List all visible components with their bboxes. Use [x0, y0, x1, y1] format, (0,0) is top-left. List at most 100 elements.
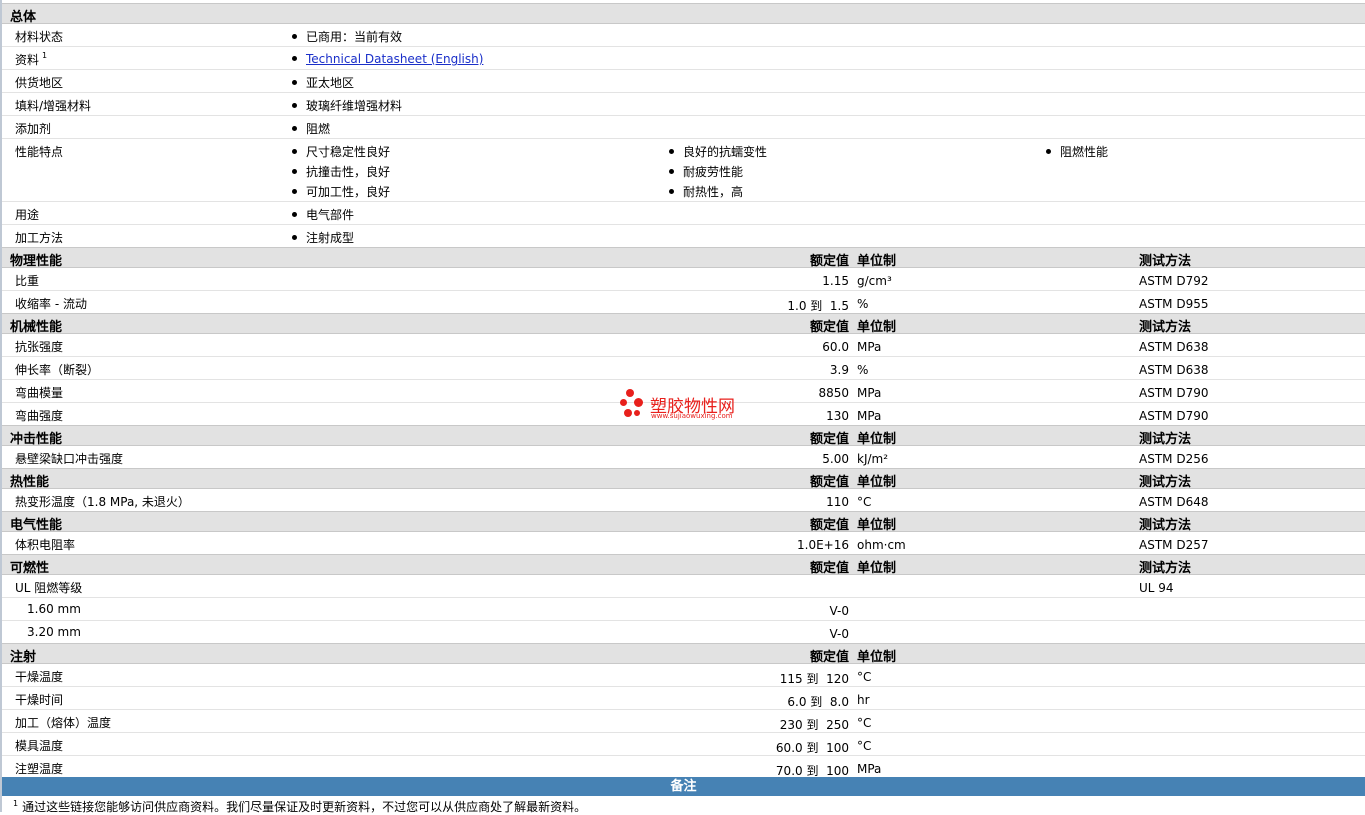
bullet-item: 玻璃纤维增强材料 [292, 97, 402, 114]
general-row-additive: 添加剂 阻燃 [2, 116, 1365, 139]
property-label: 模具温度 [15, 739, 64, 753]
property-method: ASTM D638 [1139, 363, 1209, 377]
bullet-item: 亚太地区 [292, 74, 354, 91]
col-header-method: 测试方法 [1139, 475, 1192, 490]
section-physical-header: 物理性能 额定值 单位制 测试方法 [2, 247, 1365, 269]
property-label: 注塑温度 [15, 762, 64, 776]
property-row: 干燥时间 6.0 到 8.0 hr [2, 687, 1365, 710]
col-header-unit: 单位制 [857, 475, 897, 490]
general-row-filler: 填料/增强材料 玻璃纤维增强材料 [2, 93, 1365, 116]
property-row: 热变形温度（1.8 MPa, 未退火） 110 °C ASTM D648 [2, 489, 1365, 512]
property-method: ASTM D257 [1139, 538, 1209, 552]
property-row: 收缩率 - 流动 1.0 到 1.5 % ASTM D955 [2, 291, 1365, 314]
property-unit: °C [857, 739, 872, 753]
col-header-unit: 单位制 [857, 432, 897, 447]
section-title: 注射 [10, 650, 37, 665]
col-header-value: 额定值 [809, 254, 849, 269]
property-unit: % [857, 297, 869, 311]
bullet-item: 已商用：当前有效 [292, 28, 402, 45]
general-row-features: 性能特点 尺寸稳定性良好 良好的抗蠕变性 阻燃性能 抗撞击性，良好 耐疲劳性能 … [2, 139, 1365, 202]
property-unit: °C [857, 495, 872, 509]
col-header-value: 额定值 [809, 518, 849, 533]
property-value: 130 [826, 409, 849, 423]
section-title: 电气性能 [10, 518, 63, 533]
bullet-item: 抗撞击性，良好 [292, 163, 390, 180]
property-method: ASTM D790 [1139, 386, 1209, 400]
watermark-logo: 塑胶物性网 www.sujiaowuxing.com [620, 389, 760, 425]
property-value: 60.0 到 100 [775, 741, 849, 755]
property-label: 1.60 mm [27, 602, 81, 616]
property-label: 热变形温度（1.8 MPa, 未退火） [15, 495, 190, 509]
property-label: 3.20 mm [27, 625, 81, 639]
property-label: 干燥时间 [15, 693, 64, 707]
general-row-processing: 加工方法 注射成型 [2, 225, 1365, 248]
property-label: 干燥温度 [15, 670, 64, 684]
property-unit: MPa [857, 762, 882, 776]
property-method: ASTM D638 [1139, 340, 1209, 354]
section-title: 可燃性 [10, 561, 50, 576]
property-method: ASTM D790 [1139, 409, 1209, 423]
section-flammability-header: 可燃性 额定值 单位制 测试方法 [2, 554, 1365, 576]
col-header-method: 测试方法 [1139, 518, 1192, 533]
property-row: 体积电阻率 1.0E+16 ohm·cm ASTM D257 [2, 532, 1365, 555]
property-row: 悬壁梁缺口冲击强度 5.00 kJ/m² ASTM D256 [2, 446, 1365, 469]
row-label: 填料/增强材料 [15, 99, 92, 113]
property-value: 1.15 [822, 274, 849, 288]
property-row: 干燥温度 115 到 120 °C [2, 664, 1365, 687]
property-value: 5.00 [822, 452, 849, 466]
col-header-method: 测试方法 [1139, 561, 1192, 576]
bullet-item: 耐热性，高 [669, 183, 743, 200]
col-header-method: 测试方法 [1139, 320, 1192, 335]
row-label: 材料状态 [15, 30, 64, 44]
row-label: 性能特点 [15, 145, 64, 159]
property-value: 60.0 [822, 340, 849, 354]
property-unit: MPa [857, 409, 882, 423]
row-label: 添加剂 [15, 122, 52, 136]
property-row: 加工（熔体）温度 230 到 250 °C [2, 710, 1365, 733]
property-value: 110 [826, 495, 849, 509]
property-value: 1.0E+16 [797, 538, 849, 552]
property-row: 模具温度 60.0 到 100 °C [2, 733, 1365, 756]
property-value: 3.9 [829, 363, 849, 377]
col-header-unit: 单位制 [857, 518, 897, 533]
bullet-item: 阻燃 [292, 120, 330, 137]
property-label: 悬壁梁缺口冲击强度 [15, 452, 124, 466]
bullet-item: 阻燃性能 [1046, 143, 1108, 160]
bullet-item: 电气部件 [292, 206, 354, 223]
property-row: 抗张强度 60.0 MPa ASTM D638 [2, 334, 1365, 357]
technical-datasheet-link[interactable]: Technical Datasheet (English) [306, 52, 483, 66]
property-label: 体积电阻率 [15, 538, 76, 552]
col-header-unit: 单位制 [857, 320, 897, 335]
property-value: 230 到 250 [779, 718, 849, 732]
bullet-item: 可加工性，良好 [292, 183, 390, 200]
section-impact-header: 冲击性能 额定值 单位制 测试方法 [2, 425, 1365, 447]
section-general-header: 总体 [2, 3, 1365, 25]
general-row-docs: 资料 1 Technical Datasheet (English) [2, 47, 1365, 70]
property-unit: °C [857, 716, 872, 730]
property-label: 伸长率（断裂） [15, 363, 100, 377]
section-electrical-header: 电气性能 额定值 单位制 测试方法 [2, 511, 1365, 533]
bullet-item: 注射成型 [292, 229, 354, 246]
property-label: 弯曲强度 [15, 409, 64, 423]
property-unit: ohm·cm [857, 538, 906, 552]
property-row: 伸长率（断裂） 3.9 % ASTM D638 [2, 357, 1365, 380]
property-method: UL 94 [1139, 581, 1174, 595]
general-row-region: 供货地区 亚太地区 [2, 70, 1365, 93]
general-row-status: 材料状态 已商用：当前有效 [2, 24, 1365, 47]
section-injection-header: 注射 额定值 单位制 [2, 643, 1365, 665]
property-method: ASTM D792 [1139, 274, 1209, 288]
property-unit: g/cm³ [857, 274, 892, 288]
section-mechanical-header: 机械性能 额定值 单位制 测试方法 [2, 313, 1365, 335]
section-thermal-header: 热性能 额定值 单位制 测试方法 [2, 468, 1365, 490]
bullet-item: 良好的抗蠕变性 [669, 143, 767, 160]
section-title: 热性能 [10, 475, 50, 490]
property-value: 1.0 到 1.5 [787, 299, 849, 313]
property-unit: MPa [857, 386, 882, 400]
property-unit: hr [857, 693, 870, 707]
property-label: 收缩率 - 流动 [15, 297, 87, 311]
footnote: 1 通过这些链接您能够访问供应商资料。我们尽量保证及时更新资料，不过您可以从供应商… [13, 799, 587, 814]
general-row-uses: 用途 电气部件 [2, 202, 1365, 225]
property-value: 8850 [818, 386, 849, 400]
property-value: V-0 [829, 627, 849, 641]
property-method: ASTM D256 [1139, 452, 1209, 466]
